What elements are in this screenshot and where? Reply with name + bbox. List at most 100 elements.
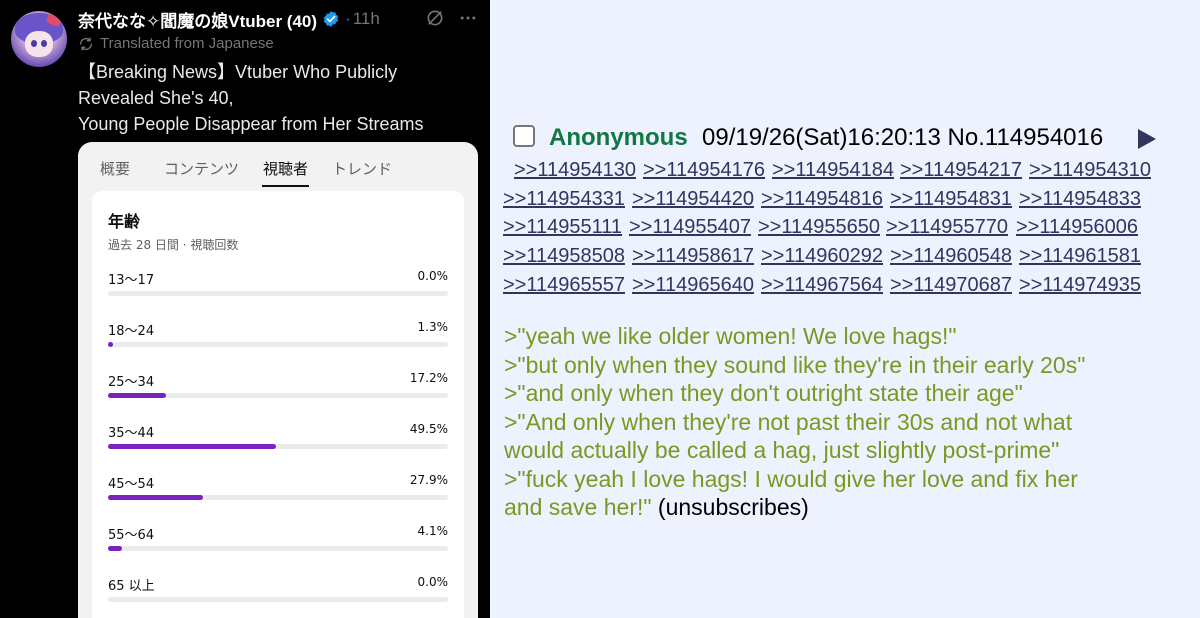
reply-link[interactable]: >>114961581 [1019, 245, 1141, 268]
translated-notice[interactable]: Translated from Japanese [78, 35, 274, 52]
greentext-line: and save her!" (unsubscribes) [504, 493, 1184, 522]
greentext-line: >"and only when they don't outright stat… [504, 380, 1023, 406]
age-label: 25〜34 [108, 375, 155, 390]
age-label: 35〜44 [108, 426, 155, 441]
post-menu-arrow-icon[interactable] [1138, 129, 1156, 149]
age-percent: 1.3% [417, 320, 449, 334]
post-checkbox[interactable] [513, 125, 535, 147]
age-row: 45〜54 27.9% [108, 473, 448, 513]
verified-badge-icon [323, 11, 339, 27]
reply-link[interactable]: >>114960292 [761, 245, 883, 268]
age-percent: 0.0% [417, 269, 449, 283]
display-name[interactable]: 奈代なな✧閻魔の娘Vtuber (40) [78, 7, 317, 32]
age-label: 45〜54 [108, 477, 155, 492]
age-label: 65 以上 [108, 579, 155, 594]
age-row: 18〜24 1.3% [108, 320, 448, 360]
age-bar-fill [108, 342, 113, 347]
post-header: 奈代なな✧閻魔の娘Vtuber (40) · 11h [78, 7, 380, 31]
grok-icon[interactable] [425, 8, 445, 28]
age-bar-track [108, 495, 448, 500]
post-time[interactable]: 11h [353, 9, 380, 29]
reply-link[interactable]: >>114956006 [1016, 216, 1138, 239]
reply-link[interactable]: >>114954331 [503, 188, 625, 211]
age-row: 25〜34 17.2% [108, 371, 448, 411]
post-text-line: Revealed She's 40, [78, 88, 234, 108]
greentext-line: >"but only when they sound like they're … [504, 351, 1086, 378]
age-bar-track [108, 342, 448, 347]
age-label: 18〜24 [108, 324, 155, 339]
analytics-screenshot[interactable]: 概要 コンテンツ 視聴者 トレンド 年齢 過去 28 日間 · 視聴回数 13〜… [78, 142, 478, 618]
reply-link[interactable]: >>114958508 [503, 245, 625, 268]
age-row: 65 以上 0.0% [108, 575, 448, 615]
reply-link[interactable]: >>114954184 [772, 159, 894, 182]
more-options-icon[interactable] [458, 8, 478, 28]
age-bar-fill [108, 546, 122, 551]
post-text: 【Breaking News】Vtuber Who Publicly Revea… [78, 59, 478, 137]
reply-link[interactable]: >>114954816 [761, 188, 883, 211]
age-percent: 17.2% [409, 371, 448, 385]
active-tab-indicator [262, 185, 309, 187]
age-bar-track [108, 597, 448, 602]
age-row: 35〜44 49.5% [108, 422, 448, 462]
age-label: 55〜64 [108, 528, 155, 543]
age-bar-track [108, 291, 448, 296]
reply-link[interactable]: >>114955111 [503, 216, 622, 239]
reply-link[interactable]: >>114958617 [632, 245, 754, 268]
poster-name: Anonymous [549, 124, 688, 151]
post-meta: 09/19/26(Sat)16:20:13 No.114954016 [702, 124, 1103, 152]
greentext-line: would actually be called a hag, just sli… [504, 437, 1060, 463]
reply-link[interactable]: >>114954130 [514, 159, 636, 182]
reply-link[interactable]: >>114954833 [1019, 188, 1141, 211]
age-panel: 年齢 過去 28 日間 · 視聴回数 13〜17 0.0% 18〜24 1.3% 25〜… [92, 191, 464, 618]
reply-link[interactable]: >>114965557 [503, 274, 625, 297]
post-text-line: 【Breaking News】Vtuber Who Publicly [78, 62, 398, 82]
social-post: 奈代なな✧閻魔の娘Vtuber (40) · 11h Translated fr… [0, 0, 490, 618]
separator-dot: · [345, 9, 351, 28]
age-percent: 27.9% [409, 473, 448, 487]
trailing-text: (unsubscribes) [651, 494, 809, 520]
post-text-line: Young People Disappear from Her Streams [78, 114, 424, 134]
reply-link[interactable]: >>114954217 [900, 159, 1022, 182]
panel-subtitle: 過去 28 日間 · 視聴回数 [108, 238, 239, 252]
age-bar-track [108, 444, 448, 449]
imageboard-post: Anonymous 09/19/26(Sat)16:20:13 No.11495… [490, 0, 1200, 618]
reply-link[interactable]: >>114954310 [1029, 159, 1151, 182]
reply-link[interactable]: >>114955407 [629, 216, 751, 239]
analytics-tabs: 概要 コンテンツ 視聴者 トレンド [78, 142, 478, 187]
reply-link[interactable]: >>114954176 [643, 159, 765, 182]
greentext-text: and save her!" [504, 494, 652, 520]
age-bar-fill [108, 444, 277, 449]
translated-label: Translated from Japanese [100, 35, 274, 52]
age-bar-track [108, 393, 448, 398]
reply-link[interactable]: >>114955770 [886, 216, 1008, 239]
tab-overview[interactable]: 概要 [100, 158, 130, 179]
reply-link[interactable]: >>114974935 [1019, 274, 1141, 297]
age-percent: 4.1% [417, 524, 449, 538]
post-number[interactable]: No.114954016 [948, 124, 1104, 151]
age-percent: 49.5% [409, 422, 448, 436]
reply-link[interactable]: >>114965640 [632, 274, 754, 297]
greentext-line: >"And only when they're not past their 3… [504, 408, 1073, 435]
post-datetime: 09/19/26(Sat)16:20:13 [702, 124, 941, 151]
tab-audience[interactable]: 視聴者 [263, 158, 308, 179]
age-percent: 0.0% [417, 575, 449, 589]
tab-trends[interactable]: トレンド [332, 158, 392, 179]
age-bar-fill [108, 495, 203, 500]
greentext-line: >"yeah we like older women! We love hags… [504, 323, 957, 349]
panel-title: 年齢 [108, 212, 141, 231]
translate-icon [80, 36, 92, 51]
age-row: 55〜64 4.1% [108, 524, 448, 564]
age-label: 13〜17 [108, 273, 155, 288]
reply-link[interactable]: >>114955650 [758, 216, 880, 239]
age-bar-track [108, 546, 448, 551]
reply-link[interactable]: >>114960548 [890, 245, 1012, 268]
reply-link[interactable]: >>114967564 [761, 274, 883, 297]
reply-link[interactable]: >>114954420 [632, 188, 754, 211]
avatar[interactable] [11, 11, 67, 67]
greentext-line: >"fuck yeah I love hags! I would give he… [504, 465, 1078, 492]
greentext-body: >"yeah we like older women! We love hags… [504, 322, 1184, 522]
reply-link[interactable]: >>114954831 [890, 188, 1012, 211]
reply-link[interactable]: >>114970687 [890, 274, 1012, 297]
age-row: 13〜17 0.0% [108, 269, 448, 309]
tab-content[interactable]: コンテンツ [164, 158, 239, 179]
